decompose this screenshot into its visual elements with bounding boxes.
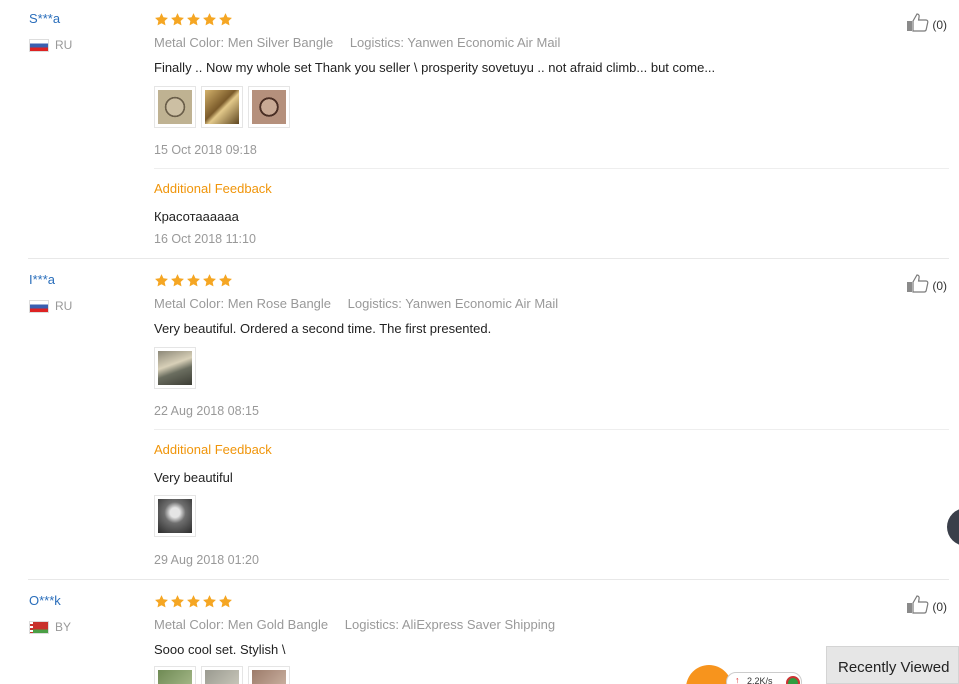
divider [28,258,949,259]
country-code: RU [55,38,73,52]
additional-feedback-date: 29 Aug 2018 01:20 [154,553,259,567]
divider [154,429,949,430]
country-code: BY [55,620,72,634]
russia-flag-icon [29,299,49,313]
review-photos [154,666,290,684]
review-text: Sooo cool set. Stylish \ [154,642,286,657]
logistics-attr: Logistics: AliExpress Saver Shipping [344,617,556,632]
star-rating [154,594,233,609]
order-attributes: Metal Color: Men Silver Bangle Logistics… [154,35,573,50]
network-speed-widget: ↑ 2.2K/s [686,662,806,684]
country-code: RU [55,299,73,313]
additional-feedback-label: Additional Feedback [154,181,272,196]
review-photo[interactable] [154,495,196,537]
additional-feedback-text: Very beautiful [154,470,233,485]
metal-color-attr: Metal Color: Men Rose Bangle [154,296,332,311]
star-icon [170,594,185,609]
star-icon [202,594,217,609]
divider [154,168,949,169]
thumbs-up-icon [906,594,930,614]
helpful-button[interactable]: (0) [906,273,947,293]
star-icon [218,273,233,288]
review-photo[interactable] [201,666,243,684]
reviewer-name[interactable]: S***a [29,11,60,26]
review-date: 15 Oct 2018 09:18 [154,143,257,157]
star-icon [186,12,201,27]
review-photo[interactable] [154,347,196,389]
like-count: (0) [932,279,947,293]
star-icon [186,594,201,609]
thumbs-up-icon [906,273,930,293]
upload-arrow-icon: ↑ [735,675,740,684]
star-icon [218,12,233,27]
star-icon [154,273,169,288]
review-date: 22 Aug 2018 08:15 [154,404,259,418]
star-rating [154,12,233,27]
order-attributes: Metal Color: Men Gold Bangle Logistics: … [154,617,568,632]
star-rating [154,273,233,288]
star-icon [170,12,185,27]
star-icon [186,273,201,288]
recently-viewed-button[interactable]: Recently Viewed [826,646,959,684]
reviewer-country: RU [29,299,72,313]
review-photos [154,347,196,389]
order-attributes: Metal Color: Men Rose Bangle Logistics: … [154,296,571,311]
floating-side-tab[interactable] [947,508,959,546]
speed-value: 2.2K/s [747,676,773,684]
metal-color-attr: Metal Color: Men Silver Bangle [154,35,334,50]
russia-flag-icon [29,38,49,52]
star-icon [202,273,217,288]
reviewer-name[interactable]: I***a [29,272,55,287]
star-icon [218,594,233,609]
logistics-attr: Logistics: Yanwen Economic Air Mail [347,296,559,311]
like-count: (0) [932,18,947,32]
review-photo[interactable] [248,666,290,684]
helpful-button[interactable]: (0) [906,12,947,32]
review-photo[interactable] [201,86,243,128]
review-photos [154,86,290,128]
additional-feedback-text: Красотаааааа [154,209,239,224]
star-icon [154,594,169,609]
thumbs-up-icon [906,12,930,32]
additional-feedback-date: 16 Oct 2018 11:10 [154,232,256,246]
review-photo[interactable] [154,86,196,128]
reviewer-country: BY [29,620,71,634]
helpful-button[interactable]: (0) [906,594,947,614]
review-photo[interactable] [248,86,290,128]
belarus-flag-icon [29,620,49,634]
additional-feedback-photos [154,495,196,537]
review-text: Finally .. Now my whole set Thank you se… [154,60,716,75]
star-icon [170,273,185,288]
additional-feedback-label: Additional Feedback [154,442,272,457]
star-icon [154,12,169,27]
like-count: (0) [932,600,947,614]
review-text: Very beautiful. Ordered a second time. T… [154,321,492,336]
reviewer-country: RU [29,38,72,52]
status-dot-icon [786,676,800,684]
metal-color-attr: Metal Color: Men Gold Bangle [154,617,329,632]
divider [28,579,949,580]
review-photo[interactable] [154,666,196,684]
reviewer-name[interactable]: O***k [29,593,61,608]
star-icon [202,12,217,27]
logistics-attr: Logistics: Yanwen Economic Air Mail [349,35,561,50]
recently-viewed-label: Recently Viewed [838,659,950,676]
